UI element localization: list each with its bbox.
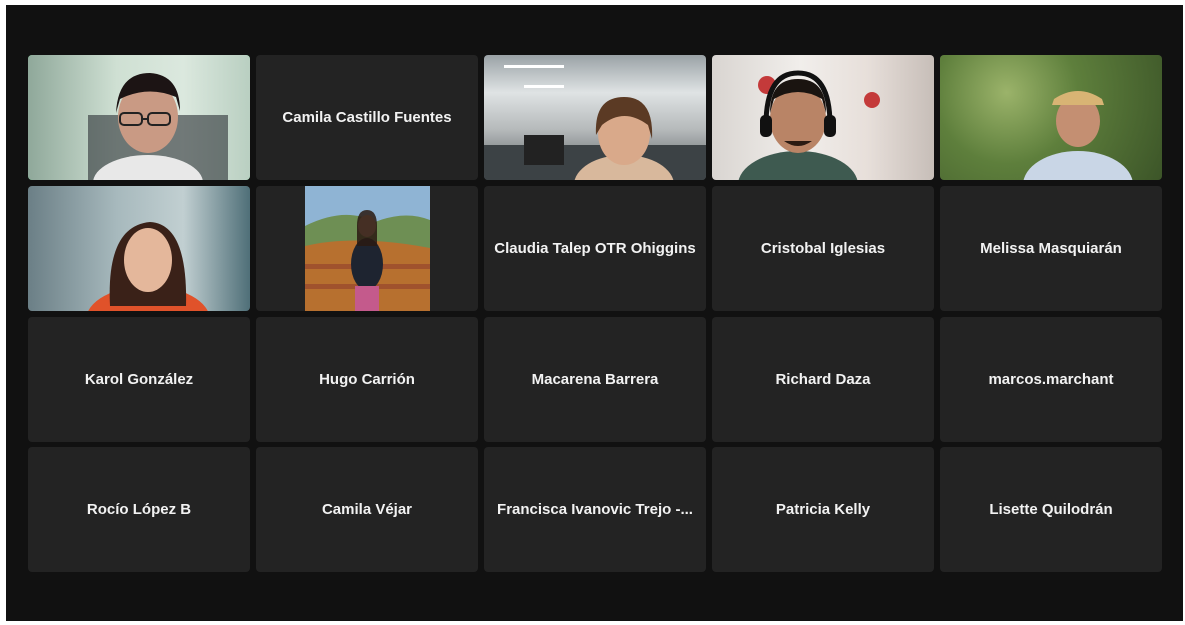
participant-video	[712, 55, 934, 180]
participant-video	[28, 186, 250, 311]
participant-video	[484, 55, 706, 180]
video-tile[interactable]	[940, 55, 1162, 180]
photo-tile[interactable]	[256, 186, 478, 311]
participant-name: Hugo Carrión	[319, 371, 415, 388]
participant-silhouette	[738, 70, 880, 180]
participant-tile[interactable]: Lisette Quilodrán	[940, 447, 1162, 572]
participant-tile[interactable]: Camila Véjar	[256, 447, 478, 572]
participant-name: Macarena Barrera	[531, 371, 659, 388]
participant-silhouette	[88, 222, 208, 311]
participant-name: marcos.marchant	[988, 371, 1114, 388]
participant-video	[940, 55, 1162, 180]
participant-tile[interactable]: Richard Daza	[712, 317, 934, 442]
participant-silhouette	[88, 73, 228, 180]
participant-tile[interactable]: Macarena Barrera	[484, 317, 706, 442]
participant-tile[interactable]: Melissa Masquiarán	[940, 186, 1162, 311]
participant-name: Cristobal Iglesias	[760, 240, 886, 257]
video-tile[interactable]	[484, 55, 706, 180]
participant-name: Rocío López B	[86, 501, 192, 518]
participant-tile[interactable]: Francisca Ivanovic Trejo -...	[484, 447, 706, 572]
participant-name: Karol González	[84, 371, 194, 388]
participant-tile[interactable]: Camila Castillo Fuentes	[256, 55, 478, 180]
participant-name: Camila Castillo Fuentes	[282, 109, 452, 126]
participant-silhouette	[484, 65, 706, 180]
video-tile[interactable]	[28, 186, 250, 311]
meeting-gallery-view: Camila Castillo Fuentes Claudia Talep OT…	[6, 5, 1183, 621]
participant-name: Francisca Ivanovic Trejo -...	[497, 501, 693, 518]
participant-name: Camila Véjar	[321, 501, 413, 518]
participant-silhouette	[1023, 91, 1133, 180]
profile-photo	[305, 186, 430, 311]
participant-name: Melissa Masquiarán	[980, 240, 1122, 257]
participant-name: Richard Daza	[775, 371, 871, 388]
participant-tile[interactable]: marcos.marchant	[940, 317, 1162, 442]
participant-tile[interactable]: Karol González	[28, 317, 250, 442]
participant-video	[28, 55, 250, 180]
participant-name: Lisette Quilodrán	[989, 501, 1113, 518]
participant-tile[interactable]: Hugo Carrión	[256, 317, 478, 442]
participant-name: Claudia Talep OTR Ohiggins	[494, 240, 696, 257]
video-tile-active-speaker[interactable]	[28, 55, 250, 180]
participant-tile[interactable]: Rocío López B	[28, 447, 250, 572]
video-tile[interactable]	[712, 55, 934, 180]
participant-tile[interactable]: Cristobal Iglesias	[712, 186, 934, 311]
participant-name: Patricia Kelly	[775, 501, 871, 518]
participant-tile[interactable]: Patricia Kelly	[712, 447, 934, 572]
participant-tile[interactable]: Claudia Talep OTR Ohiggins	[484, 186, 706, 311]
